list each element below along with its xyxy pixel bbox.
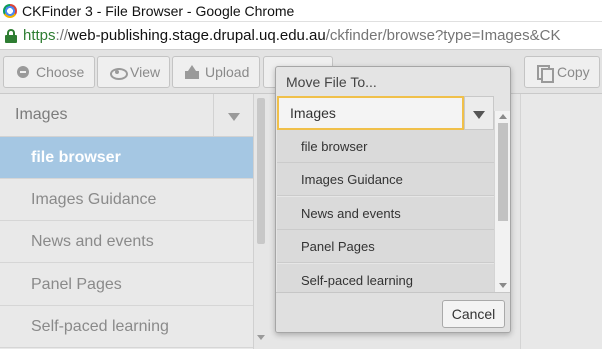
destination-folder-select[interactable]: Images [277, 96, 464, 130]
folder-options-list: file browser Images Guidance News and ev… [277, 130, 494, 292]
files-pane [520, 94, 602, 349]
window-title: CKFinder 3 - File Browser - Google Chrom… [22, 2, 295, 19]
collapse-arrow-icon[interactable] [213, 94, 253, 137]
dropdown-arrow-icon[interactable] [464, 96, 494, 130]
scroll-down-icon[interactable] [257, 335, 265, 340]
folder-option-panel-pages[interactable]: Panel Pages [277, 230, 494, 263]
lock-icon[interactable] [5, 28, 17, 43]
url-separator: :// [55, 27, 69, 44]
folder-option-label: Images Guidance [301, 171, 403, 187]
sidebar-item-news-and-events[interactable]: News and events [0, 221, 253, 263]
sidebar-item-file-browser[interactable]: file browser [0, 137, 253, 179]
cancel-button[interactable]: Cancel [442, 300, 505, 328]
copy-label: Copy [557, 64, 590, 80]
url-host: web-publishing.stage.drupal.uq.edu.au [68, 27, 326, 44]
url-text[interactable]: https://web-publishing.stage.drupal.uq.e… [23, 27, 560, 44]
url-path: /ckfinder/browse?type=Images&CK [325, 27, 561, 44]
sidebar-scrollbar[interactable] [253, 94, 268, 349]
copy-icon [537, 65, 554, 83]
chrome-logo-icon [3, 3, 17, 18]
sidebar-item-label: Self-paced learning [31, 317, 169, 335]
sidebar-item-label: file browser [31, 148, 121, 166]
folder-option-label: Self-paced learning [301, 272, 414, 288]
choose-icon [16, 65, 30, 79]
dialog-title: Move File To... [286, 74, 377, 90]
url-scheme: https [23, 27, 56, 44]
folder-list-scrollbar[interactable] [494, 111, 510, 292]
sidebar-item-self-paced-learning[interactable]: Self-paced learning [0, 306, 253, 348]
folder-option-file-browser[interactable]: file browser [277, 130, 494, 163]
dialog-footer: Cancel [276, 292, 510, 332]
view-button[interactable]: View [97, 56, 170, 88]
upload-icon [185, 65, 199, 79]
copy-button[interactable]: Copy [524, 56, 600, 88]
upload-label: Upload [205, 64, 250, 80]
folder-option-label: file browser [301, 138, 368, 154]
sidebar-item-label: Images Guidance [31, 190, 157, 208]
window-titlebar: CKFinder 3 - File Browser - Google Chrom… [0, 0, 602, 22]
scroll-down-icon[interactable] [499, 283, 507, 288]
address-bar[interactable]: https://web-publishing.stage.drupal.uq.e… [0, 22, 602, 50]
sidebar-root-images[interactable]: Images [0, 94, 253, 137]
folder-option-label: Panel Pages [301, 238, 375, 254]
sidebar-item-label: Panel Pages [31, 275, 122, 293]
move-file-dialog: Move File To... Images file browser Imag… [275, 66, 511, 333]
sidebar-item-images-guidance[interactable]: Images Guidance [0, 179, 253, 221]
folder-sidebar: Images file browser Images Guidance News… [0, 94, 253, 349]
scroll-up-icon[interactable] [499, 114, 507, 119]
scrollbar-thumb[interactable] [498, 123, 508, 221]
view-label: View [130, 64, 161, 80]
sidebar-item-panel-pages[interactable]: Panel Pages [0, 264, 253, 306]
folder-option-label: News and events [301, 205, 401, 221]
selected-folder-label: Images [290, 105, 336, 121]
folder-option-self-paced-learning[interactable]: Self-paced learning [277, 264, 494, 292]
choose-label: Choose [36, 64, 85, 80]
upload-button[interactable]: Upload [172, 56, 260, 88]
choose-button[interactable]: Choose [3, 56, 95, 88]
sidebar-root-label: Images [15, 106, 68, 123]
folder-option-images-guidance[interactable]: Images Guidance [277, 163, 494, 196]
sidebar-item-label: News and events [31, 232, 154, 250]
folder-option-news-and-events[interactable]: News and events [277, 197, 494, 230]
scrollbar-thumb[interactable] [257, 98, 265, 244]
eye-icon [110, 65, 128, 80]
